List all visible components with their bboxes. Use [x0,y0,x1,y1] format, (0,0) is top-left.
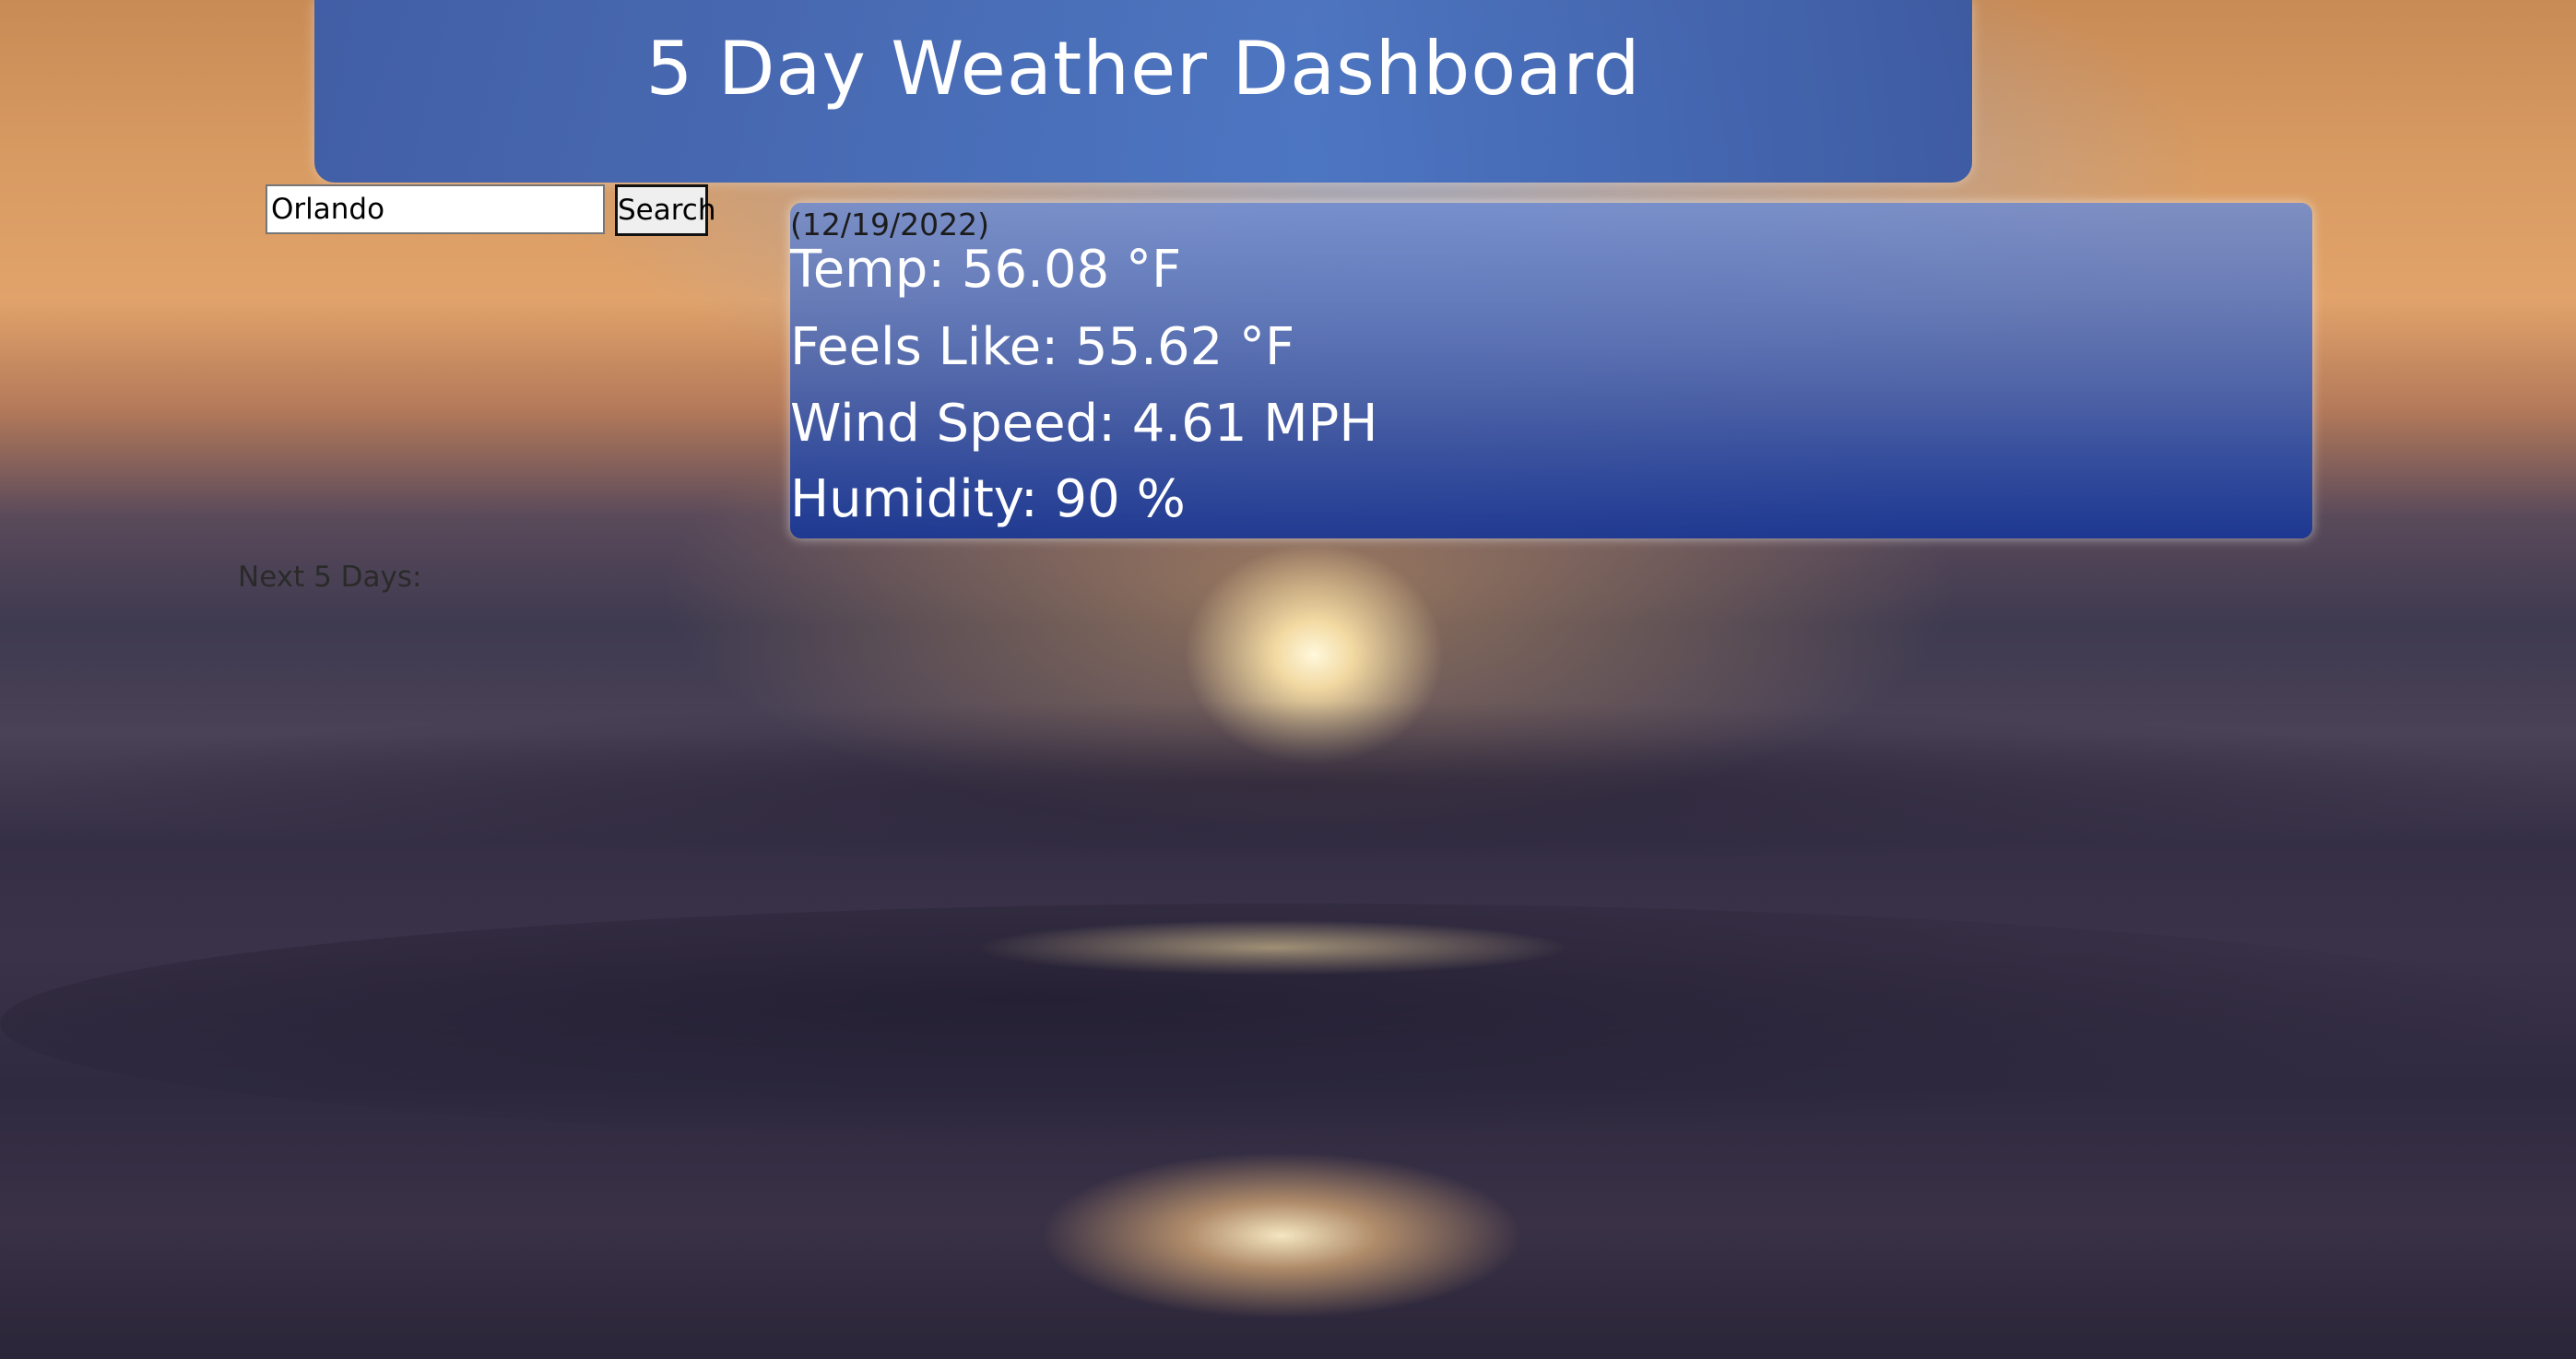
current-date: (12/19/2022) [790,207,989,242]
search-button[interactable]: Search [615,184,716,236]
background-wave [0,904,2576,1143]
forecast-heading: Next 5 Days: [238,561,422,594]
page-title: 5 Day Weather Dashboard [645,26,1641,112]
current-humidity: Humidity: 90 % [790,469,1186,529]
city-search-input[interactable] [266,184,605,234]
current-temp: Temp: 56.08 °F [790,240,1182,300]
current-feels-like: Feels Like: 55.62 °F [790,317,1295,377]
current-weather-card: (12/19/2022) Temp: 56.08 °F Feels Like: … [790,203,2312,538]
background-wave [0,701,2576,867]
page-header: 5 Day Weather Dashboard [314,0,1972,183]
current-wind-speed: Wind Speed: 4.61 MPH [790,394,1378,454]
